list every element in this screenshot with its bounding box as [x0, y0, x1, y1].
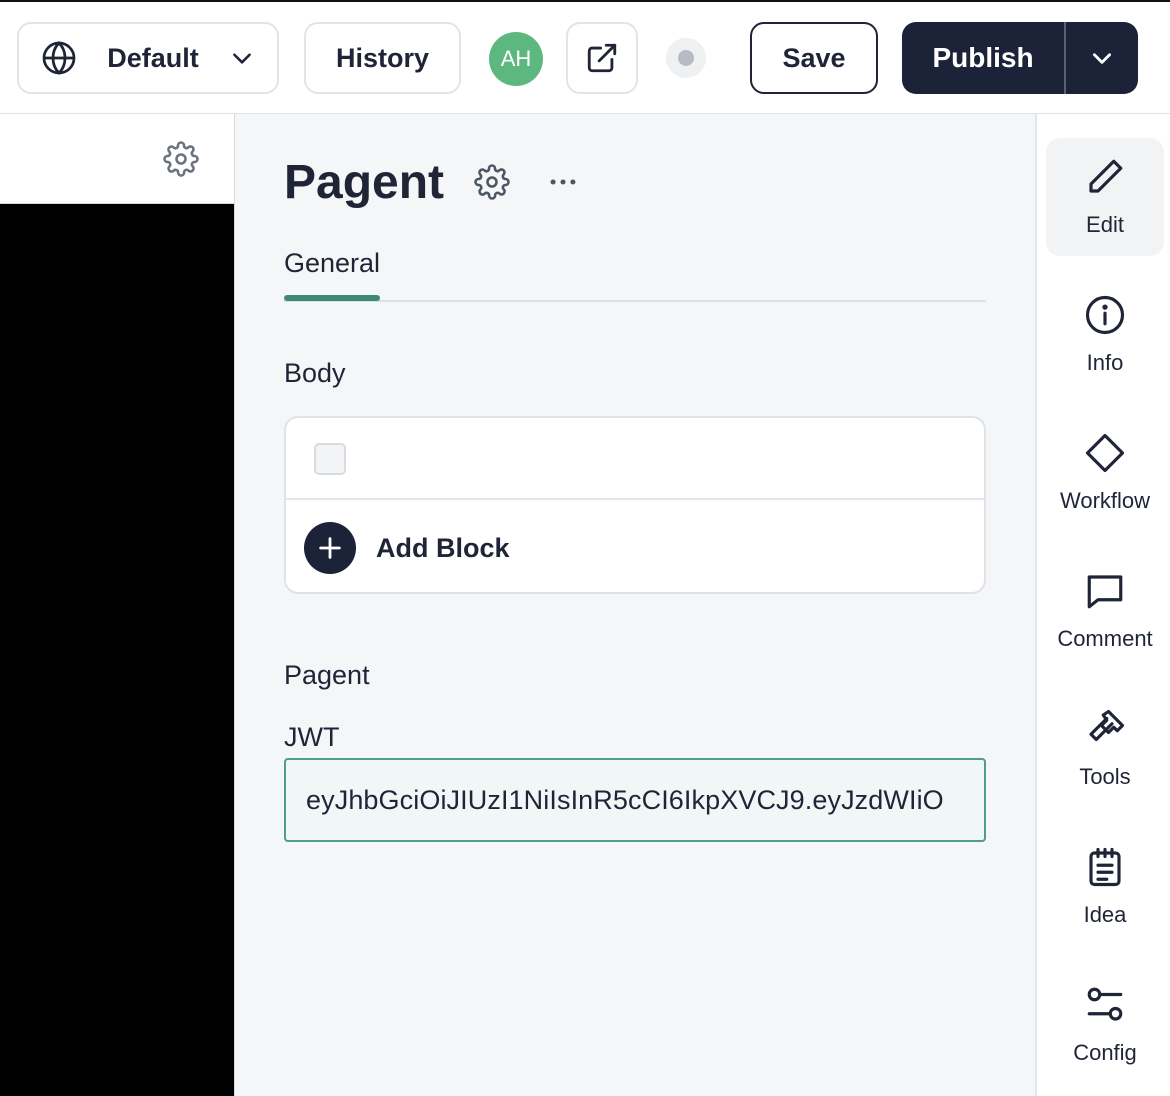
publish-options-button[interactable]	[1066, 22, 1138, 94]
rail-item-workflow[interactable]: Workflow	[1046, 414, 1164, 532]
publish-button[interactable]: Publish	[902, 22, 1064, 94]
chevron-down-icon	[1093, 53, 1111, 64]
locale-dropdown[interactable]: Default	[17, 22, 279, 94]
pagent-section-label: Pagent	[284, 660, 370, 690]
add-block-button[interactable]: Add Block	[304, 521, 510, 575]
page-title: Pagent	[284, 155, 445, 209]
rail-item-edit[interactable]: Edit	[1046, 138, 1164, 256]
avatar[interactable]: AH	[489, 32, 543, 86]
save-label: Save	[782, 42, 846, 73]
rail-item-info[interactable]: Info	[1046, 276, 1164, 394]
rail-item-tools[interactable]: Tools	[1046, 690, 1164, 808]
tab-bar: General	[284, 242, 986, 302]
pencil-icon	[1089, 159, 1123, 193]
rail-item-idea[interactable]: Idea	[1046, 828, 1164, 946]
left-pane-header	[0, 114, 234, 204]
more-options-icon[interactable]	[546, 165, 580, 199]
tab-label: General	[284, 248, 381, 278]
chevron-down-icon	[233, 53, 251, 64]
status-dot-icon	[678, 50, 694, 66]
body-block-list: Add Block	[284, 416, 986, 594]
editor-panel: Pagent General Body Add Block Pagent JWT…	[235, 114, 1035, 1096]
rail-item-config[interactable]: Config	[1046, 966, 1164, 1084]
save-button[interactable]: Save	[750, 22, 878, 94]
body-section-label: Body	[284, 358, 346, 388]
rail-label: Workflow	[1059, 488, 1151, 513]
block-checkbox[interactable]	[314, 443, 346, 475]
history-button[interactable]: History	[304, 22, 461, 94]
history-label: History	[335, 42, 430, 73]
rail-label: Edit	[1086, 212, 1124, 237]
right-tool-rail: Edit Info Workflow Comment Tools Idea Co…	[1035, 114, 1170, 1096]
add-block-label: Add Block	[376, 532, 510, 563]
clipboard-icon	[1089, 847, 1121, 887]
status-indicator	[666, 38, 706, 78]
jwt-field[interactable]	[284, 758, 986, 842]
rail-label: Comment	[1057, 626, 1153, 651]
active-tab-indicator	[284, 295, 380, 301]
locale-label: Default	[107, 42, 199, 73]
diamond-icon	[1085, 433, 1125, 473]
open-external-button[interactable]	[566, 22, 638, 94]
rail-item-comment[interactable]: Comment	[1046, 552, 1164, 670]
globe-icon	[42, 41, 76, 75]
rail-label: Info	[1086, 350, 1124, 375]
gear-icon[interactable]	[474, 164, 510, 200]
gear-icon[interactable]	[163, 141, 199, 177]
publish-button-group: Publish	[902, 22, 1138, 94]
info-icon	[1085, 295, 1125, 335]
comment-icon	[1087, 575, 1123, 609]
title-row: Pagent	[284, 152, 580, 212]
publish-label: Publish	[932, 42, 1034, 73]
external-link-icon	[587, 43, 617, 73]
rail-label: Tools	[1079, 764, 1131, 789]
jwt-label: JWT	[284, 722, 340, 752]
avatar-initials: AH	[500, 46, 532, 71]
tab-general[interactable]: General	[284, 242, 380, 300]
block-row	[286, 418, 984, 500]
top-bar: Default History AH Save Publish	[0, 0, 1170, 114]
plus-circle-icon	[304, 522, 356, 574]
left-preview-pane	[0, 114, 235, 1096]
rail-label: Idea	[1083, 902, 1127, 927]
rail-label: Config	[1073, 1040, 1137, 1065]
hammer-icon	[1089, 709, 1125, 742]
plus-icon	[319, 537, 341, 559]
sliders-icon	[1087, 987, 1123, 1021]
